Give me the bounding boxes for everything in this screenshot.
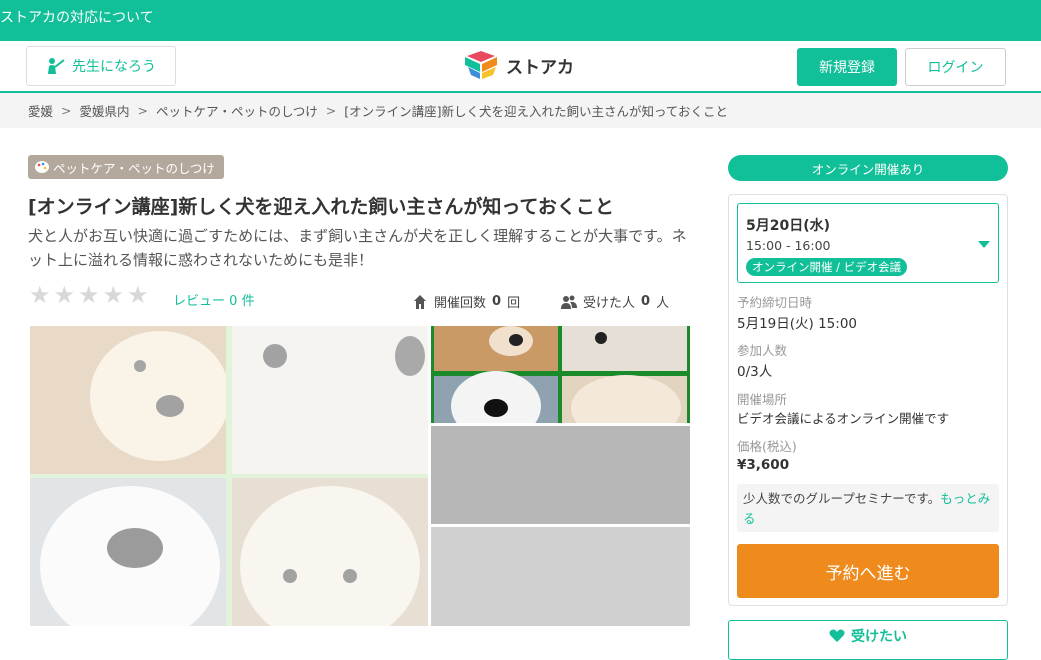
booking-card: 5月20日(水) 15:00 - 16:00 オンライン開催 / ビデオ会議 予… — [728, 194, 1008, 606]
deadline-value: 5月19日(火) 15:00 — [737, 316, 857, 332]
sessions-stat: 開催回数 0 回 — [412, 292, 520, 311]
notice-bar[interactable]: ストアカの対応について — [0, 0, 1041, 41]
palette-icon — [35, 161, 49, 173]
want-to-take-button[interactable]: 受けたい — [728, 620, 1008, 660]
breadcrumb-item[interactable]: 愛媛 — [28, 101, 53, 120]
site-logo[interactable]: ストアカ — [463, 51, 574, 79]
users-icon — [561, 295, 577, 309]
session-time: 15:00 - 16:00 — [746, 238, 831, 253]
photo-gallery — [30, 326, 690, 626]
rating-stars: ★ ★ ★ ★ ★ — [29, 283, 149, 307]
review-unit: 件 — [241, 294, 255, 309]
price-value: ¥3,600 — [737, 457, 790, 473]
photo-overlay — [30, 326, 428, 626]
course-title: [オンライン講座]新しく犬を迎え入れた飼い主さんが知っておくこと — [28, 196, 614, 218]
main-photo[interactable] — [30, 326, 428, 626]
become-teacher-button[interactable]: 先生になろう — [26, 46, 176, 86]
category-tag[interactable]: ペットケア・ペットのしつけ — [28, 155, 224, 179]
online-available-badge: オンライン開催あり — [728, 155, 1008, 181]
star-icon: ★ — [53, 281, 76, 309]
attendees-unit: 人 — [656, 296, 670, 311]
signup-button[interactable]: 新規登録 — [797, 48, 897, 86]
review-link[interactable]: レビュー 0 件 — [173, 290, 255, 309]
category-tag-label: ペットケア・ペットのしつけ — [53, 160, 215, 176]
note-text: 少人数でのグループセミナーです。 — [743, 491, 941, 506]
login-button[interactable]: ログイン — [905, 48, 1006, 86]
course-note: 少人数でのグループセミナーです。もっとみる — [737, 484, 999, 532]
participants-value: 0/3人 — [737, 364, 773, 380]
breadcrumb-current: [オンライン講座]新しく犬を迎え入れた飼い主さんが知っておくこと — [344, 104, 729, 119]
logo-mark-icon — [465, 51, 497, 79]
breadcrumb-separator: > — [61, 103, 72, 118]
breadcrumb-item[interactable]: ペットケア・ペットのしつけ — [156, 101, 318, 120]
star-icon: ★ — [29, 281, 51, 309]
breadcrumb-separator: > — [325, 103, 337, 118]
photo-placeholder — [431, 527, 690, 626]
breadcrumb: 愛媛 > 愛媛県内 > ペットケア・ペットのしつけ > [オンライン講座]新しく… — [0, 93, 1041, 128]
breadcrumb-item[interactable]: 愛媛県内 — [80, 101, 130, 120]
participants-label: 参加人数 — [737, 343, 788, 358]
attendees-label: 受けた人 — [583, 296, 636, 311]
teacher-icon — [48, 58, 65, 74]
star-icon: ★ — [127, 281, 149, 309]
attendees-stat: 受けた人 0 人 — [561, 292, 669, 311]
notice-text[interactable]: ストアカの対応について — [0, 7, 154, 27]
star-icon: ★ — [78, 281, 100, 309]
heart-icon — [829, 629, 845, 642]
venue-label: 開催場所 — [737, 392, 788, 407]
venue-value: ビデオ会議によるオンライン開催です — [737, 411, 950, 426]
sessions-label: 開催回数 — [434, 296, 487, 311]
star-icon: ★ — [102, 281, 125, 309]
online-video-badge: オンライン開催 / ビデオ会議 — [746, 258, 908, 276]
breadcrumb-separator: > — [137, 103, 148, 118]
sessions-unit: 回 — [507, 296, 521, 311]
become-teacher-label: 先生になろう — [72, 59, 156, 75]
review-label: レビュー — [173, 294, 226, 309]
attendees-count: 0 — [641, 294, 651, 309]
logo-text: ストアカ — [506, 57, 574, 78]
chevron-down-icon — [978, 241, 990, 248]
course-description: 犬と人がお互い快適に過ごすためには、まず飼い主さんが犬を正しく理解することが大事… — [28, 227, 687, 269]
sessions-count: 0 — [492, 294, 502, 309]
photo-placeholder — [431, 426, 690, 524]
dog-thumbnail-image — [434, 326, 687, 423]
thumbnail-photo[interactable] — [431, 326, 690, 423]
session-date: 5月20日(水) — [746, 218, 831, 234]
price-label: 価格(税込) — [737, 439, 797, 454]
site-header: 先生になろう ストアカ 新規登録 ログイン — [0, 41, 1041, 93]
reserve-button[interactable]: 予約へ進む — [737, 544, 999, 598]
review-count: 0 — [229, 294, 238, 309]
deadline-label: 予約締切日時 — [737, 295, 813, 310]
date-selector[interactable]: 5月20日(水) 15:00 - 16:00 オンライン開催 / ビデオ会議 — [737, 203, 999, 283]
venue-icon — [414, 294, 426, 309]
